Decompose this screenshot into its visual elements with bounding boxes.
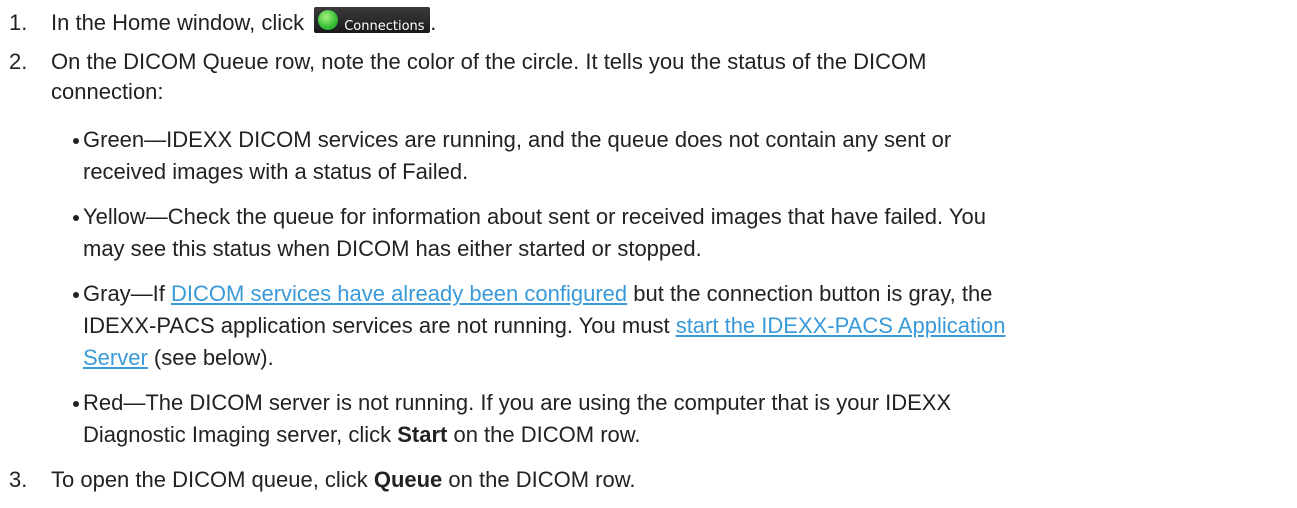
start-label: Start (397, 422, 448, 447)
status-circle-icon (318, 10, 339, 31)
bullet-gray-text: but the connection button is gray, the (627, 281, 993, 306)
queue-label: Queue (373, 467, 443, 492)
step-1-text: In the Home window, click (51, 10, 311, 35)
bullet-yellow-line-2: may see this status when DICOM has eithe… (83, 236, 702, 261)
step-1-period: . (430, 10, 437, 35)
bullet-gray-text: Gray—If (83, 281, 172, 306)
bullet-dot-icon (73, 292, 79, 298)
bullet-yellow-line-1: Yellow—Check the queue for information a… (83, 204, 986, 229)
step-number: 3. (9, 467, 28, 492)
bullet-red-text: on the DICOM row. (447, 422, 641, 447)
connections-button-label: Connections (344, 19, 425, 35)
bullet-gray-text: (see below). (147, 345, 274, 370)
bullet-green-line-2: received images with a status of Failed. (83, 159, 469, 184)
connections-button[interactable]: Connections (314, 7, 431, 34)
bullet-gray-line-2: IDEXX-PACS application services are not … (83, 310, 1005, 342)
start-app-server-link-cont[interactable]: Server (83, 345, 148, 370)
bullet-dot-icon (73, 401, 79, 407)
bullet-dot-icon (73, 138, 79, 144)
step-number: 1. (9, 10, 28, 35)
step-2-line-2: connection: (51, 79, 164, 104)
step-number: 2. (9, 49, 28, 74)
step-2-line-1: On the DICOM Queue row, note the color o… (51, 49, 927, 74)
bullet-red-line-2: Diagnostic Imaging server, click Start o… (83, 419, 641, 451)
bullet-gray-line-3: Server (see below). (83, 342, 274, 374)
bullet-red-line-1: Red—The DICOM server is not running. If … (83, 390, 952, 415)
bullet-dot-icon (73, 215, 79, 221)
bullet-green-line-1: Green—IDEXX DICOM services are running, … (83, 127, 952, 152)
step-3-text: on the DICOM row. (442, 467, 636, 492)
step-3-text: To open the DICOM queue, click (51, 467, 374, 492)
dicom-configured-link[interactable]: DICOM services have already been configu… (171, 281, 627, 306)
bullet-red-text: Diagnostic Imaging server, click (83, 422, 398, 447)
start-app-server-link[interactable]: start the IDEXX-PACS Application (676, 313, 1006, 338)
bullet-gray-text: IDEXX-PACS application services are not … (83, 313, 676, 338)
help-page: 1. In the Home window, click Connections… (0, 0, 1297, 508)
bullet-gray-line-1: Gray—If DICOM services have already been… (83, 278, 992, 310)
